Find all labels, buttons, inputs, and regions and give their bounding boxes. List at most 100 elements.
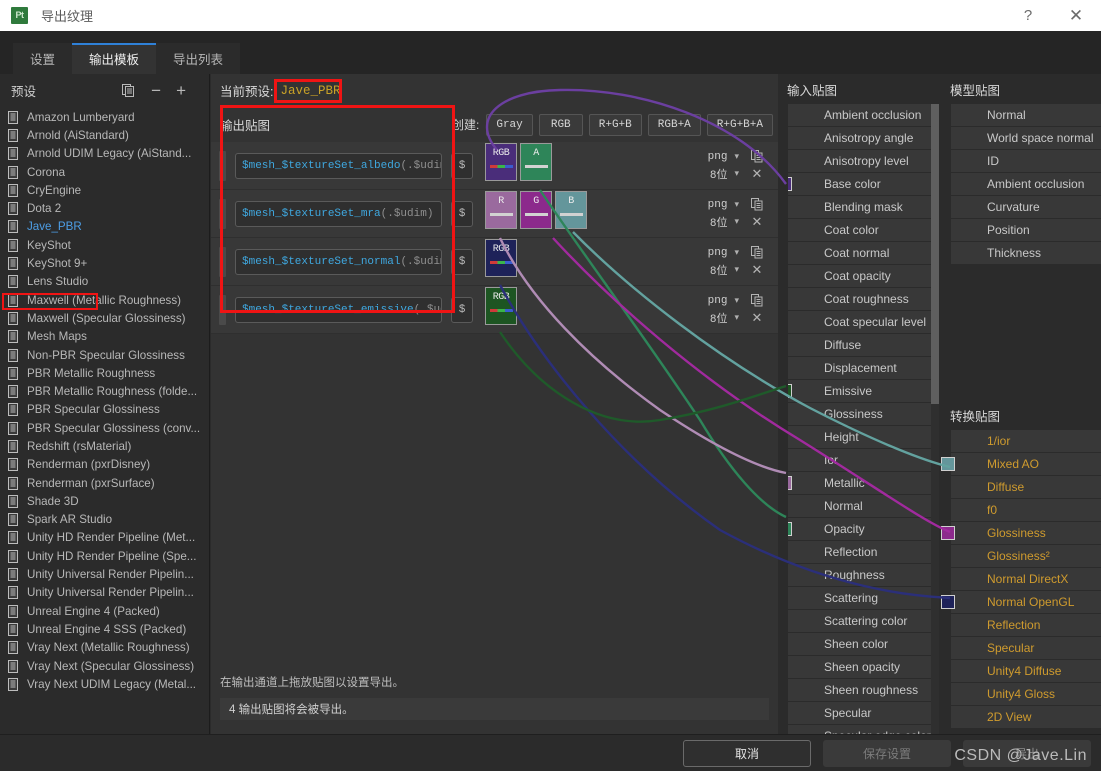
create-rgb-a-button[interactable]: RGB+A <box>647 113 701 136</box>
preset-item[interactable]: Vray Next (Metallic Roughness) <box>0 639 209 657</box>
preset-item[interactable]: PBR Metallic Roughness <box>0 364 209 382</box>
map-list-item[interactable]: Ior <box>788 449 931 471</box>
input-maps-scrollbar[interactable] <box>931 104 939 734</box>
map-list-item[interactable]: Normal DirectX <box>951 568 1101 590</box>
preset-item[interactable]: Unreal Engine 4 SSS (Packed) <box>0 620 209 638</box>
variable-button[interactable]: $ <box>451 152 473 179</box>
map-list-item[interactable]: Emissive <box>788 380 931 402</box>
preset-item[interactable]: Vray Next (Specular Glossiness) <box>0 657 209 675</box>
file-format-select[interactable]: png ▾ <box>708 244 739 261</box>
preset-item[interactable]: Unreal Engine 4 (Packed) <box>0 602 209 620</box>
map-list-item[interactable]: Thickness <box>951 242 1101 264</box>
preset-item[interactable]: Shade 3D <box>0 492 209 510</box>
map-list-item[interactable]: ID <box>951 150 1101 172</box>
map-list-item[interactable]: Coat roughness <box>788 288 931 310</box>
current-preset-value[interactable]: Jave_PBR <box>280 84 340 98</box>
map-list-item[interactable]: Sheen opacity <box>788 656 931 678</box>
map-list-item[interactable]: Normal OpenGL <box>941 591 1101 613</box>
tab-settings[interactable]: 设置 <box>13 43 73 74</box>
map-list-item[interactable]: Base color <box>788 173 931 195</box>
map-list-item[interactable]: Specular <box>951 637 1101 659</box>
preset-item[interactable]: Mesh Maps <box>0 328 209 346</box>
preset-item[interactable]: KeyShot 9+ <box>0 254 209 272</box>
preset-item[interactable]: Corona <box>0 163 209 181</box>
preset-item[interactable]: Maxwell (Metallic Roughness) <box>0 291 209 309</box>
preset-item[interactable]: Maxwell (Specular Glossiness) <box>0 309 209 327</box>
create-rgb-button[interactable]: RGB <box>538 113 583 136</box>
preset-item[interactable]: PBR Metallic Roughness (folde... <box>0 382 209 400</box>
delete-row-icon[interactable]: ✕ <box>752 165 763 182</box>
remove-preset-button[interactable]: − <box>151 82 161 99</box>
preset-item[interactable]: Lens Studio <box>0 273 209 291</box>
row-drag-handle[interactable] <box>219 246 226 277</box>
conversion-maps-list[interactable]: 1/ior Mixed AO Diffuse f0 Glossiness Glossine… <box>941 430 1101 729</box>
output-map-row[interactable]: $mesh_$textureSet_albedo(.$udim) $ RGB Apng… <box>211 142 778 190</box>
preset-item[interactable]: Unity HD Render Pipeline (Met... <box>0 529 209 547</box>
preset-item[interactable]: Redshift (rsMaterial) <box>0 437 209 455</box>
channel-chip[interactable]: B <box>555 190 587 229</box>
map-list-item[interactable]: Anisotropy level <box>788 150 931 172</box>
output-name-input[interactable]: $mesh_$textureSet_albedo(.$udim) <box>235 152 442 179</box>
add-preset-button[interactable]: + <box>176 82 186 99</box>
map-connection-swatch[interactable] <box>941 457 955 471</box>
map-list-item[interactable]: f0 <box>951 499 1101 521</box>
bit-depth-select[interactable]: 8位 ▾ <box>710 165 739 182</box>
cancel-button[interactable]: 取消 <box>683 739 811 767</box>
map-list-item[interactable]: Normal <box>951 104 1101 126</box>
map-connection-swatch[interactable] <box>941 526 955 540</box>
duplicate-row-icon[interactable] <box>750 148 764 165</box>
preset-item[interactable]: Arnold (AiStandard) <box>0 126 209 144</box>
save-settings-button[interactable]: 保存设置 <box>823 739 951 767</box>
duplicate-icon[interactable] <box>121 83 136 98</box>
duplicate-row-icon[interactable] <box>750 196 764 213</box>
tab-output-template[interactable]: 输出模板 <box>72 43 157 74</box>
output-name-input[interactable]: $mesh_$textureSet_emissive(.$udim) <box>235 296 442 323</box>
preset-item[interactable]: Unity HD Render Pipeline (Spe... <box>0 547 209 565</box>
preset-item[interactable]: Renderman (pxrDisney) <box>0 456 209 474</box>
row-drag-handle[interactable] <box>219 198 226 229</box>
map-list-item[interactable]: Reflection <box>951 614 1101 636</box>
preset-list[interactable]: Amazon Lumberyard Arnold (AiStandard) Arno… <box>0 107 209 734</box>
preset-item[interactable]: Renderman (pxrSurface) <box>0 474 209 492</box>
map-list-item[interactable]: Diffuse <box>788 334 931 356</box>
output-map-row[interactable]: $mesh_$textureSet_normal(.$udim) $ RGB png ▾… <box>211 238 778 286</box>
variable-button[interactable]: $ <box>451 296 473 323</box>
channel-chip[interactable]: RGB <box>485 286 517 325</box>
map-list-item[interactable]: Sheen roughness <box>788 679 931 701</box>
close-icon[interactable]: ✕ <box>1051 0 1101 31</box>
map-list-item[interactable]: 2D View <box>951 706 1101 728</box>
map-list-item[interactable]: Glossiness <box>788 403 931 425</box>
duplicate-row-icon[interactable] <box>750 292 764 309</box>
create-r-g-b-a-button[interactable]: R+G+B+A <box>706 113 773 136</box>
map-list-item[interactable]: Specular <box>788 702 931 724</box>
output-map-row[interactable]: $mesh_$textureSet_emissive(.$udim) $ RGB pn… <box>211 286 778 334</box>
map-connection-swatch[interactable] <box>788 384 792 398</box>
map-connection-swatch[interactable] <box>941 595 955 609</box>
preset-item[interactable]: Dota 2 <box>0 199 209 217</box>
row-drag-handle[interactable] <box>219 150 226 181</box>
map-list-item[interactable]: Reflection <box>788 541 931 563</box>
preset-item[interactable]: PBR Specular Glossiness <box>0 401 209 419</box>
channel-chip[interactable]: RGB <box>485 142 517 181</box>
preset-item[interactable]: Jave_PBR <box>0 218 209 236</box>
map-list-item[interactable]: Coat normal <box>788 242 931 264</box>
preset-item[interactable]: KeyShot <box>0 236 209 254</box>
input-maps-scroll-thumb[interactable] <box>931 104 939 404</box>
map-connection-swatch[interactable] <box>788 476 792 490</box>
variable-button[interactable]: $ <box>451 200 473 227</box>
channel-chip[interactable]: RGB <box>485 238 517 277</box>
map-list-item[interactable]: Specular edge color <box>788 725 931 734</box>
map-list-item[interactable]: Displacement <box>788 357 931 379</box>
map-list-item[interactable]: Height <box>788 426 931 448</box>
map-list-item[interactable]: Sheen color <box>788 633 931 655</box>
map-list-item[interactable]: Diffuse <box>951 476 1101 498</box>
duplicate-row-icon[interactable] <box>750 244 764 261</box>
preset-item[interactable]: PBR Specular Glossiness (conv... <box>0 419 209 437</box>
map-list-item[interactable]: Normal <box>788 495 931 517</box>
map-connection-swatch[interactable] <box>788 522 792 536</box>
delete-row-icon[interactable]: ✕ <box>752 261 763 278</box>
map-list-item[interactable]: Curvature <box>951 196 1101 218</box>
preset-item[interactable]: Unity Universal Render Pipelin... <box>0 584 209 602</box>
map-list-item[interactable]: Coat color <box>788 219 931 241</box>
preset-item[interactable]: Spark AR Studio <box>0 511 209 529</box>
